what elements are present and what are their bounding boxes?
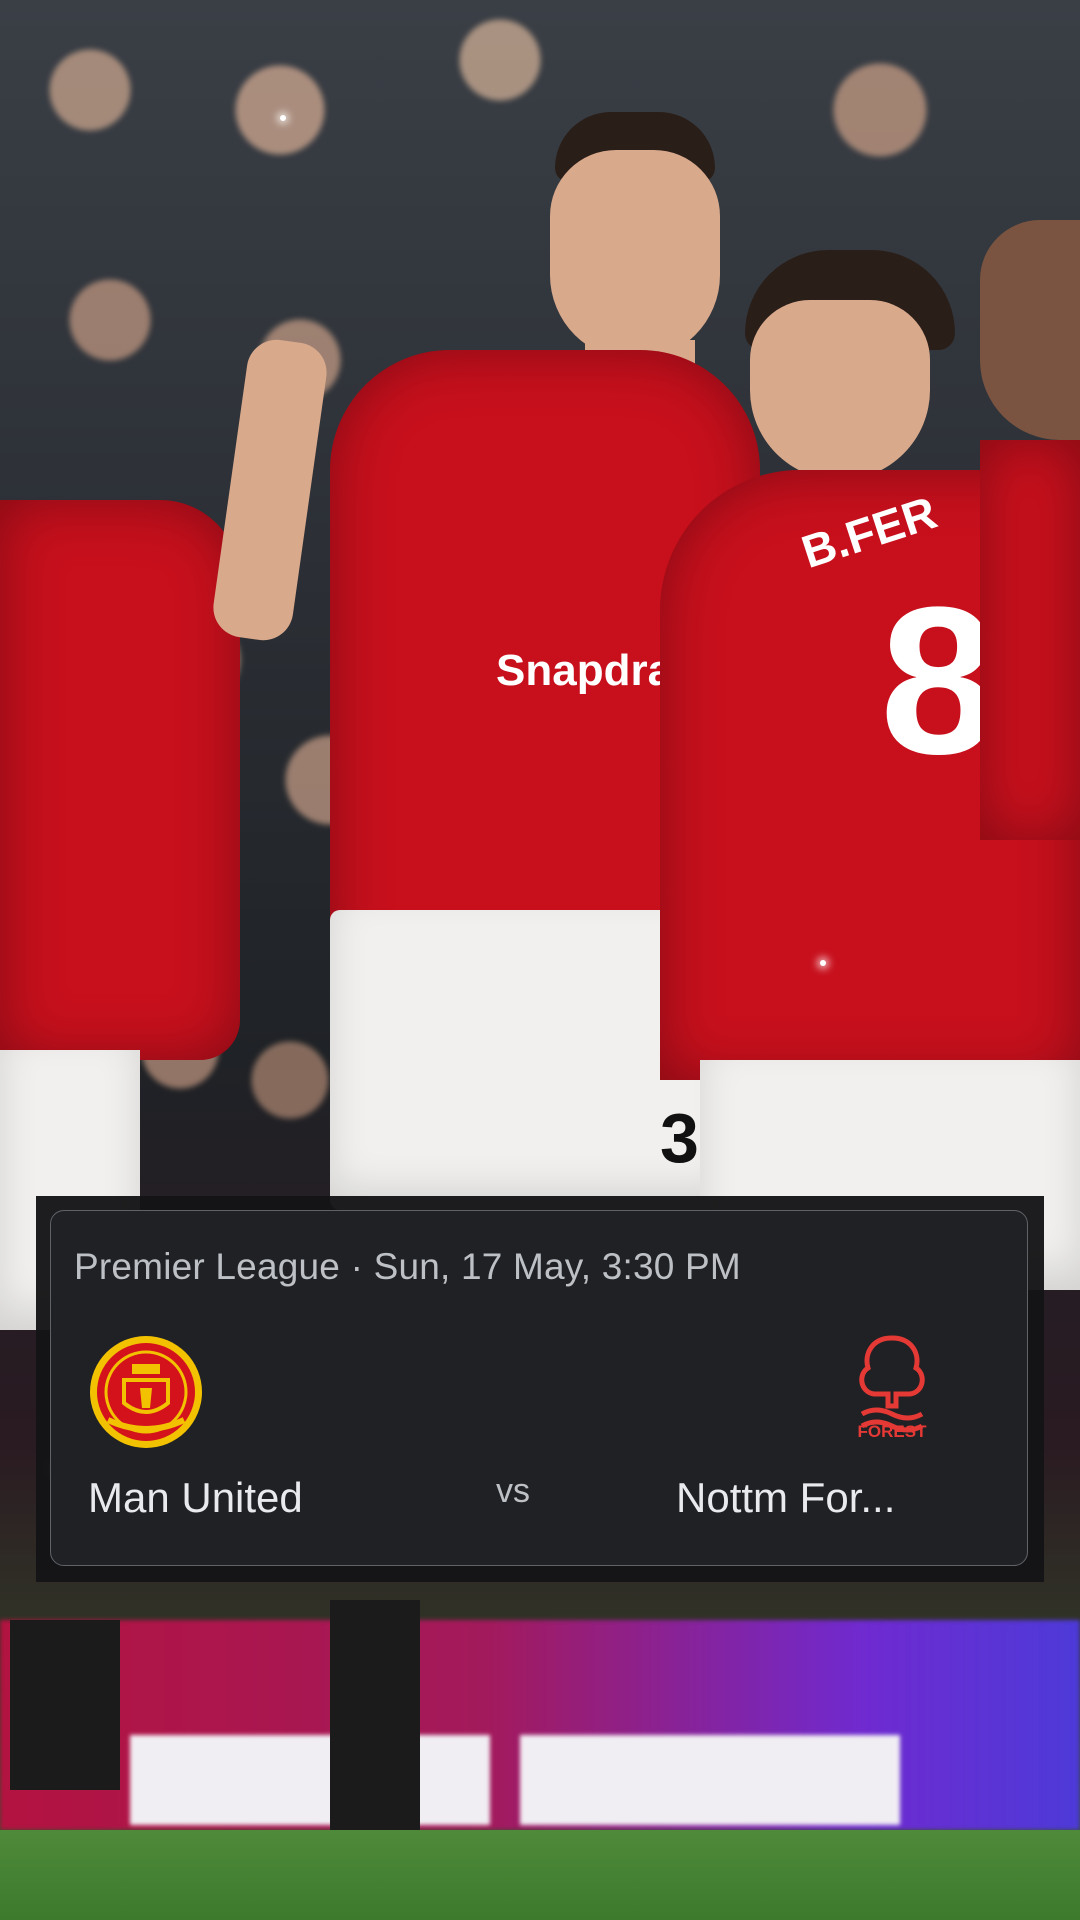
home-team-name: Man United xyxy=(88,1474,303,1521)
far-right-player-jersey xyxy=(980,440,1080,840)
sparkle-decoration xyxy=(820,960,826,966)
manchester-united-crest-icon xyxy=(88,1334,204,1450)
left-player-jersey xyxy=(0,500,240,1060)
away-team-name: Nottm For... xyxy=(676,1474,896,1521)
sparkle-decoration xyxy=(280,115,286,121)
center-player-face xyxy=(550,150,720,360)
vs-label: vs xyxy=(496,1472,530,1510)
match-datetime: Sun, 17 May, 3:30 PM xyxy=(373,1246,741,1287)
far-right-player-face xyxy=(980,220,1080,440)
pitch xyxy=(0,1830,1080,1920)
right-player-face xyxy=(750,300,930,480)
center-player-sock xyxy=(330,1600,420,1830)
advertising-board-panel xyxy=(520,1735,900,1825)
advertising-board-panel xyxy=(130,1735,490,1825)
shorts-number: 3 xyxy=(660,1099,699,1177)
meta-separator: · xyxy=(350,1246,364,1287)
left-player-sock xyxy=(10,1620,120,1790)
match-meta: Premier League · Sun, 17 May, 3:30 PM xyxy=(74,1246,741,1288)
nottingham-forest-crest-icon: FOREST xyxy=(854,1334,930,1450)
forest-crest-text: FOREST xyxy=(857,1422,927,1441)
competition-name: Premier League xyxy=(74,1246,341,1287)
screen: Snapdragon B.FER 8 3 Premier League · Su… xyxy=(0,0,1080,1920)
